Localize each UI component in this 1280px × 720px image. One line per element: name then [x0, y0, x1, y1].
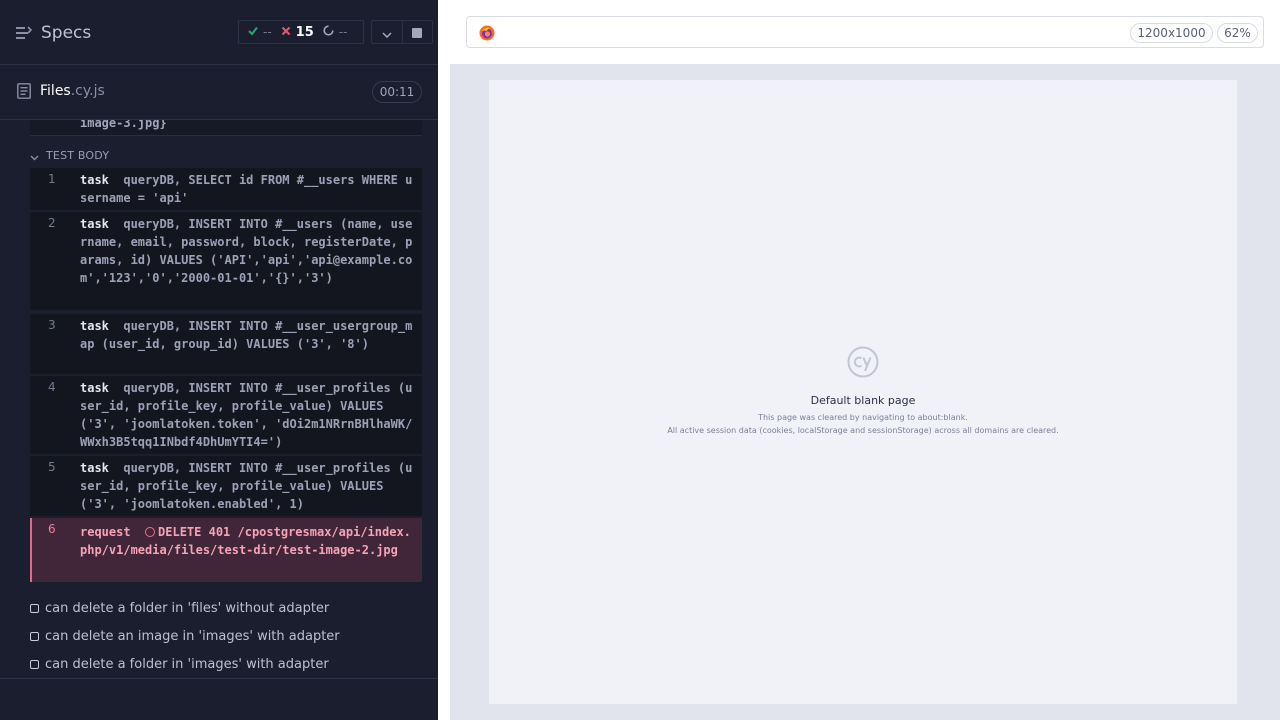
- stop-icon: [412, 23, 423, 42]
- checkbox-icon: [30, 603, 39, 613]
- command-name: task: [80, 173, 109, 187]
- test-stats: -- 15 --: [238, 20, 364, 44]
- pending-count: --: [338, 25, 348, 39]
- blank-page-description: This page was cleared by navigating to a…: [758, 413, 968, 422]
- chevron-down-icon: [30, 146, 39, 165]
- command-row[interactable]: 2 task queryDB, INSERT INTO #__users (na…: [30, 212, 422, 310]
- command-number: 4: [48, 380, 56, 394]
- blank-page-title: Default blank page: [810, 394, 916, 407]
- spec-file-name: Files.cy.js: [40, 83, 105, 99]
- command-name: task: [80, 461, 109, 475]
- command-log[interactable]: image-3.jpg} TEST BODY 1 task queryDB, S…: [0, 120, 438, 678]
- zoom-level-badge: 62%: [1217, 23, 1258, 43]
- checkbox-icon: [30, 659, 39, 669]
- test-title: can delete a folder in 'files' without a…: [45, 600, 330, 616]
- command-message: queryDB, INSERT INTO #__users (name, use…: [80, 217, 413, 285]
- test-row[interactable]: can delete a folder in 'images' with ada…: [30, 654, 329, 674]
- spec-file-basename: Files: [40, 83, 71, 99]
- command-message: queryDB, INSERT INTO #__user_profiles (u…: [80, 381, 413, 449]
- specs-list-icon: [16, 26, 32, 40]
- aut-stage: Default blank page This page was cleared…: [450, 64, 1280, 720]
- blank-page-session-note: All active session data (cookies, localS…: [667, 426, 1059, 435]
- command-number: 1: [48, 172, 56, 186]
- command-message: queryDB, INSERT INTO #__user_usergroup_m…: [80, 319, 413, 351]
- spinner-icon: [323, 25, 334, 39]
- url-bar: 1200x1000 62%: [466, 16, 1264, 48]
- x-icon: [281, 25, 291, 39]
- test-row[interactable]: can delete a folder in 'files' without a…: [30, 598, 329, 618]
- chevron-down-icon: [382, 23, 392, 42]
- command-number: 6: [48, 522, 56, 536]
- command-message: queryDB, SELECT id FROM #__users WHERE u…: [80, 173, 413, 205]
- spec-file-extension: .cy.js: [70, 83, 105, 99]
- run-controls: [371, 20, 433, 44]
- test-body-label: TEST BODY: [46, 148, 110, 162]
- document-icon: [17, 83, 31, 103]
- command-name: task: [80, 381, 109, 395]
- test-title: can delete an image in 'images' with ada…: [45, 628, 340, 644]
- testing-preferences-button[interactable]: [372, 21, 402, 43]
- reporter-header: Specs -- 15 --: [0, 0, 438, 65]
- command-message: queryDB, INSERT INTO #__user_profiles (u…: [80, 461, 413, 511]
- failed-command-row[interactable]: 6 request DELETE 401 /cpostgresmax/api/i…: [30, 518, 422, 582]
- command-number: 2: [48, 216, 56, 230]
- aut-iframe[interactable]: Default blank page This page was cleared…: [489, 80, 1237, 704]
- reporter-panel: Specs -- 15 -- Files.cy.js 00:11 image-3…: [0, 0, 438, 720]
- checkbox-icon: [30, 631, 39, 641]
- passed-count: --: [263, 25, 272, 39]
- command-number: 5: [48, 460, 56, 474]
- command-name: request: [80, 525, 131, 539]
- panel-resize-handle[interactable]: [438, 64, 450, 720]
- command-row[interactable]: 4 task queryDB, INSERT INTO #__user_prof…: [30, 376, 422, 454]
- failed-count: 15: [295, 24, 314, 40]
- specs-label: Specs: [41, 23, 92, 43]
- command-row[interactable]: 1 task queryDB, SELECT id FROM #__users …: [30, 168, 422, 210]
- reporter-footer: [0, 678, 438, 720]
- pending-stat: --: [323, 25, 348, 39]
- stop-button[interactable]: [401, 21, 432, 43]
- command-row[interactable]: 5 task queryDB, INSERT INTO #__user_prof…: [30, 456, 422, 516]
- aut-header: 1200x1000 62%: [450, 0, 1280, 64]
- failed-stat: 15: [281, 25, 314, 40]
- command-number: 3: [48, 318, 56, 332]
- test-body-toggle[interactable]: TEST BODY: [30, 147, 109, 163]
- check-icon: [248, 25, 258, 39]
- request-status-icon: [145, 527, 156, 537]
- command-row[interactable]: 3 task queryDB, INSERT INTO #__user_user…: [30, 314, 422, 374]
- viewport-size-badge[interactable]: 1200x1000: [1130, 23, 1213, 43]
- command-name: task: [80, 319, 109, 333]
- test-title: can delete a folder in 'images' with ada…: [45, 656, 329, 672]
- firefox-icon[interactable]: [479, 25, 495, 45]
- spec-file-header: Files.cy.js 00:11: [0, 66, 438, 120]
- passed-stat: --: [248, 25, 272, 39]
- cypress-logo-icon: [847, 346, 879, 382]
- command-name: task: [80, 217, 109, 231]
- test-row[interactable]: can delete an image in 'images' with ada…: [30, 626, 340, 646]
- hook-tail-text: image-3.jpg}: [80, 120, 167, 130]
- before-each-hook-tail: image-3.jpg}: [30, 120, 422, 136]
- specs-toggle-button[interactable]: Specs: [16, 22, 91, 44]
- run-duration-badge: 00:11: [372, 81, 422, 103]
